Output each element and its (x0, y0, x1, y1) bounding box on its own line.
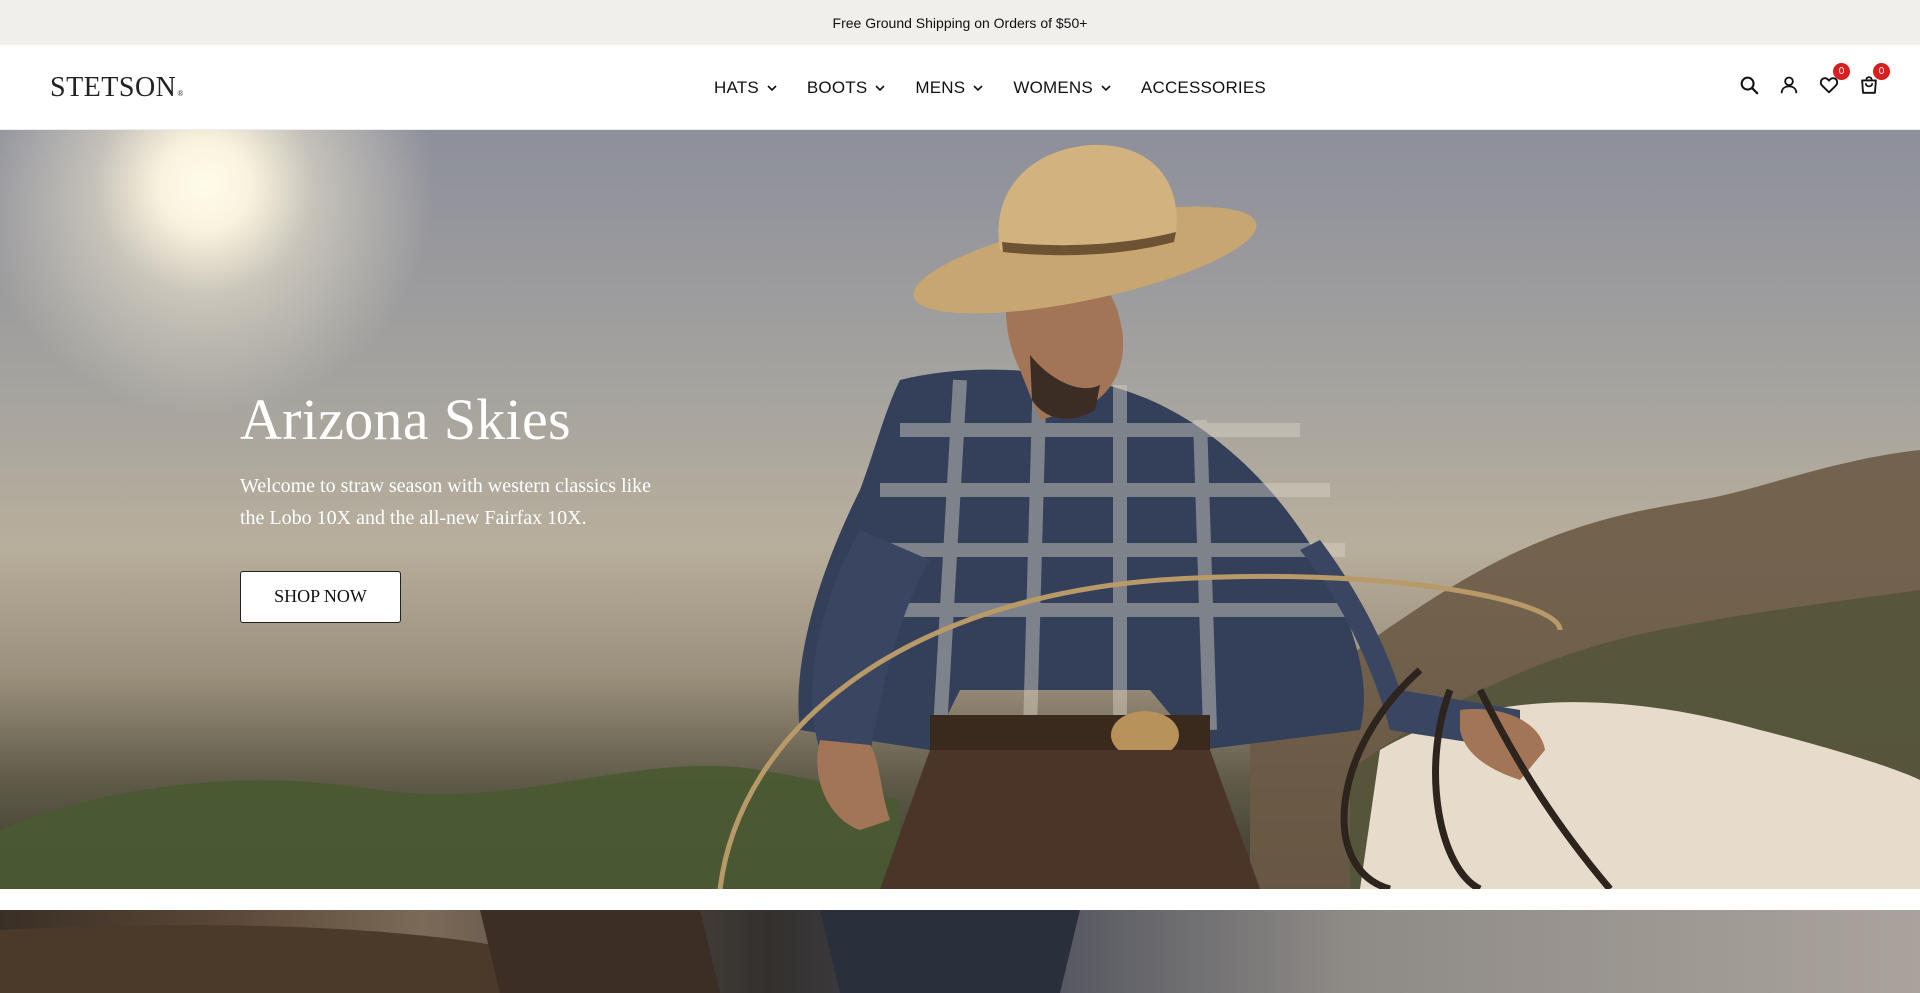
nav-label-mens: MENS (915, 78, 966, 97)
nav-item-womens[interactable]: WOMENS (1013, 74, 1112, 102)
shop-now-button[interactable]: SHOP NOW (240, 570, 401, 623)
secondary-banner-image (0, 910, 1080, 993)
promo-text: Free Ground Shipping on Orders of $50+ (832, 14, 1088, 31)
hero-content: Arizona Skies Welcome to straw season wi… (240, 388, 680, 623)
nav-item-accessories[interactable]: ACCESSORIES (1141, 74, 1266, 102)
logo-text: STETSON (50, 72, 177, 103)
nav-label-womens: WOMENS (1013, 78, 1093, 97)
nav-item-mens[interactable]: MENS (915, 74, 984, 102)
stetson-logo[interactable]: STETSON® (50, 70, 184, 112)
rider-chaps (880, 750, 1260, 889)
logo-mark: ® (177, 89, 184, 98)
main-nav: HATS BOOTS MENS WOMENS ACCESSORIES (714, 74, 1266, 102)
account-button[interactable] (1776, 72, 1802, 98)
nav-item-hats[interactable]: HATS (714, 74, 778, 102)
cart-button[interactable]: 0 (1856, 63, 1890, 98)
search-icon (1740, 76, 1759, 95)
hero-subtitle: Welcome to straw season with western cla… (240, 474, 652, 529)
secondary-banner[interactable] (0, 910, 1920, 993)
nav-label-accessories: ACCESSORIES (1140, 78, 1266, 97)
wishlist-count-badge: 0 (1833, 63, 1850, 80)
chevron-down-icon (1101, 85, 1111, 92)
hero-banner[interactable]: Arizona Skies Welcome to straw season wi… (0, 130, 1920, 889)
boot-shape (480, 910, 720, 993)
account-icon (1780, 76, 1798, 94)
chevron-down-icon (875, 85, 885, 92)
nav-item-boots[interactable]: BOOTS (807, 74, 887, 102)
promo-bar: Free Ground Shipping on Orders of $50+ (0, 0, 1920, 45)
chevron-down-icon (973, 85, 983, 92)
wishlist-button[interactable]: 0 (1816, 63, 1850, 98)
hill-left (0, 765, 900, 889)
header-icons: 0 0 (1722, 63, 1890, 98)
nav-label-boots: BOOTS (806, 78, 868, 97)
cart-count-badge: 0 (1873, 63, 1890, 80)
chevron-down-icon (767, 85, 777, 92)
hero-title: Arizona Skies (240, 387, 571, 452)
jeans-shape (820, 910, 1080, 993)
wood-rail (0, 925, 520, 993)
site-header: STETSON® HATS BOOTS MENS WOMENS ACCESSOR… (0, 45, 1920, 130)
search-button[interactable] (1736, 72, 1762, 98)
nav-label-hats: HATS (714, 78, 759, 97)
